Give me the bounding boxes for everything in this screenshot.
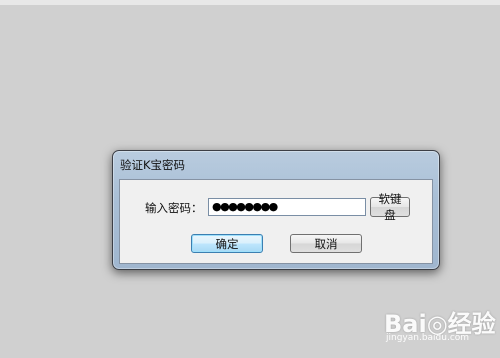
dialog-title: 验证K宝密码 — [120, 158, 186, 172]
soft-keyboard-button[interactable]: 软键盘 — [370, 192, 410, 222]
ok-button[interactable]: 确定 — [191, 234, 263, 253]
dialog-client-area: 输入密码： ●●●●●●●● 软键盘 确定 取消 — [119, 179, 433, 264]
verify-password-dialog: 验证K宝密码 输入密码： ●●●●●●●● 软键盘 确定 取消 — [112, 150, 440, 270]
password-label: 输入密码： — [145, 201, 203, 215]
watermark-url: jingyan.baidu.com — [386, 333, 470, 343]
password-input[interactable]: ●●●●●●●● — [208, 198, 366, 216]
cancel-button[interactable]: 取消 — [290, 234, 362, 253]
top-band — [0, 0, 500, 5]
